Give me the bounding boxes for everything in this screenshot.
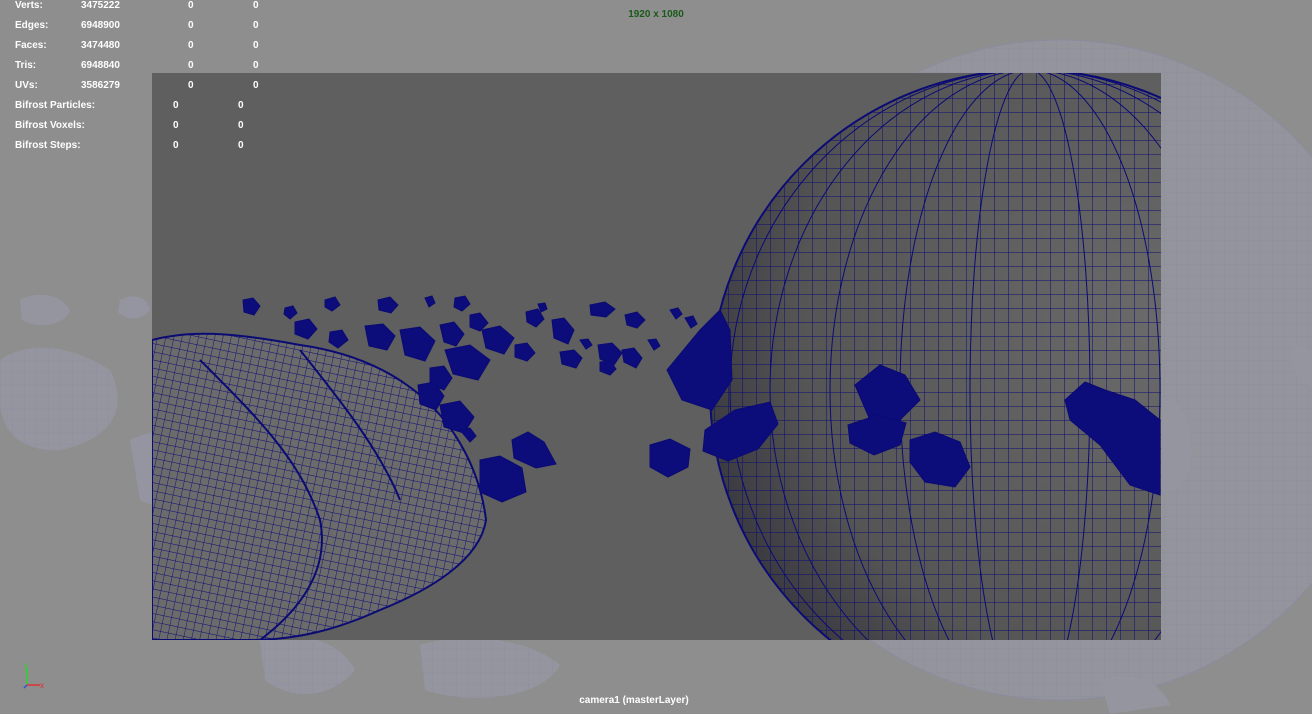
hud-value: 0 <box>253 0 259 11</box>
hud-value: 0 <box>188 80 194 91</box>
hud-value: 0 <box>173 120 179 131</box>
hud-value: 3586279 <box>81 80 120 91</box>
camera-name-label: camera1 (masterLayer) <box>579 695 689 706</box>
hud-value: 0 <box>173 140 179 151</box>
hud-value: 0 <box>188 20 194 31</box>
hud-label: Faces: <box>15 40 47 51</box>
resolution-gate-label: 1920 x 1080 <box>628 9 684 20</box>
hud-label: Edges: <box>15 20 49 31</box>
hud-value: 6948900 <box>81 20 120 31</box>
hud-label: Bifrost Voxels: <box>15 120 85 131</box>
hud-value: 0 <box>188 60 194 71</box>
hud-value: 0 <box>238 140 244 151</box>
hud-value: 0 <box>238 120 244 131</box>
axis-x-label: x <box>40 681 44 690</box>
axis-indicator-icon <box>23 668 40 689</box>
hud-value: 0 <box>253 80 259 91</box>
hud-label: Tris: <box>15 60 37 71</box>
hud-label: Bifrost Steps: <box>15 140 81 151</box>
hud-label: Bifrost Particles: <box>15 100 96 111</box>
hud-value: 0 <box>188 0 194 11</box>
hud-value: 0 <box>173 100 179 111</box>
hud-value: 3474480 <box>81 40 120 51</box>
hud-value: 0 <box>188 40 194 51</box>
hud-label: Verts: <box>15 0 43 11</box>
3d-viewport[interactable]: y x <box>0 0 1312 714</box>
hud-value: 0 <box>238 100 244 111</box>
hud-value: 0 <box>253 40 259 51</box>
hud-value: 3475222 <box>81 0 120 11</box>
hud-value: 6948840 <box>81 60 120 71</box>
hud-label: UVs: <box>15 80 38 91</box>
axis-y-label: y <box>24 661 28 670</box>
hud-value: 0 <box>253 20 259 31</box>
hud-value: 0 <box>253 60 259 71</box>
